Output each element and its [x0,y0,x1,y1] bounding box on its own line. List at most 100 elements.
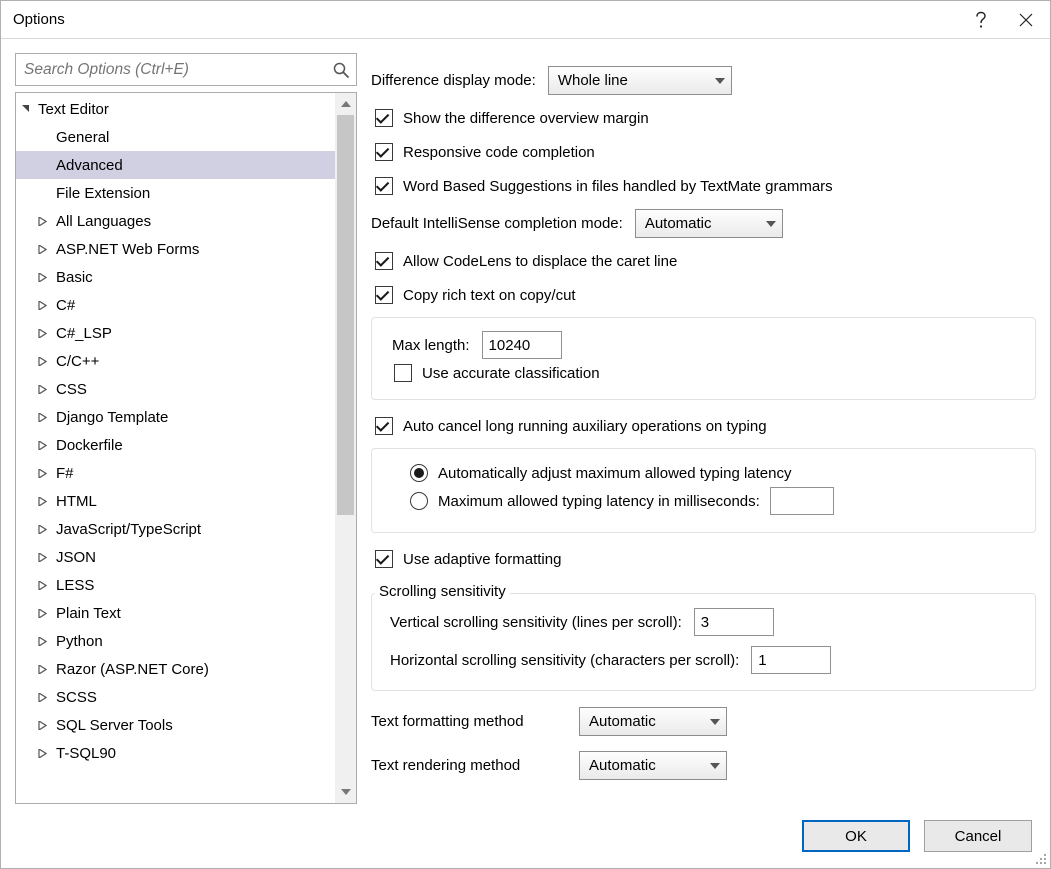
chevron-down-icon [715,78,725,84]
tree-item[interactable]: SCSS [16,683,335,711]
tree-label: F# [56,465,74,482]
tree-label: CSS [56,381,87,398]
codelens-displace-checkbox[interactable]: Allow CodeLens to displace the caret lin… [375,252,1036,270]
hscroll-label: Horizontal scrolling sensitivity (charac… [390,652,739,669]
help-icon [974,11,988,29]
tree-label: File Extension [56,185,150,202]
chevron-up-icon [341,101,351,107]
category-tree[interactable]: Text Editor General Advanced File Extens… [16,93,335,803]
tree-item[interactable]: Plain Text [16,599,335,627]
dropdown-value: Automatic [645,215,712,232]
tree-item[interactable]: C#_LSP [16,319,335,347]
checkbox-label: Auto cancel long running auxiliary opera… [403,418,767,435]
tree-item[interactable]: C/C++ [16,347,335,375]
tree-item[interactable]: HTML [16,487,335,515]
vscroll-input[interactable] [694,608,774,636]
formatting-method-dropdown[interactable]: Automatic [579,707,727,736]
tree-label: Advanced [56,157,123,174]
tree-label: LESS [56,577,94,594]
chevron-down-icon [766,221,776,227]
search-input[interactable] [16,54,326,85]
tree-item[interactable]: Django Template [16,403,335,431]
adaptive-formatting-checkbox[interactable]: Use adaptive formatting [375,550,1036,568]
hscroll-input[interactable] [751,646,831,674]
tree-label: C/C++ [56,353,99,370]
close-button[interactable] [1003,2,1048,38]
chevron-down-icon [710,763,720,769]
responsive-completion-checkbox[interactable]: Responsive code completion [375,143,1036,161]
radio-max-latency[interactable]: Maximum allowed typing latency in millis… [410,487,1023,515]
tree-item-advanced[interactable]: Advanced [16,151,335,179]
expand-icon [38,273,56,282]
checkbox-icon [375,550,393,568]
tree-item[interactable]: CSS [16,375,335,403]
tree-item[interactable]: F# [16,459,335,487]
intellisense-mode-dropdown[interactable]: Automatic [635,209,783,238]
cancel-button[interactable]: Cancel [924,820,1032,852]
ok-button[interactable]: OK [802,820,910,852]
max-length-input[interactable] [482,331,562,359]
expand-icon [38,357,56,366]
tree-item[interactable]: Basic [16,263,335,291]
copy-rich-text-checkbox[interactable]: Copy rich text on copy/cut [375,286,1036,304]
tree-item[interactable]: Razor (ASP.NET Core) [16,655,335,683]
tree-label: Razor (ASP.NET Core) [56,661,209,678]
diff-mode-dropdown[interactable]: Whole line [548,66,732,95]
radio-auto-latency[interactable]: Automatically adjust maximum allowed typ… [410,464,1023,482]
checkbox-label: Responsive code completion [403,144,595,161]
scroll-thumb[interactable] [337,115,354,515]
scroll-track[interactable] [335,115,356,781]
tree-label: HTML [56,493,97,510]
tree-item[interactable]: All Languages [16,207,335,235]
tree-label: Plain Text [56,605,121,622]
tree-item[interactable]: JavaScript/TypeScript [16,515,335,543]
dropdown-value: Automatic [589,757,656,774]
scroll-down-button[interactable] [335,781,356,803]
copy-rich-text-group: Max length: Use accurate classification [371,317,1036,400]
expand-icon [38,749,56,758]
wordbased-suggestions-checkbox[interactable]: Word Based Suggestions in files handled … [375,177,1036,195]
help-button[interactable] [958,2,1003,38]
radio-label: Maximum allowed typing latency in millis… [438,493,760,510]
expand-icon [38,441,56,450]
tree-item[interactable]: C# [16,291,335,319]
tree-item[interactable]: JSON [16,543,335,571]
expand-icon [38,497,56,506]
auto-cancel-checkbox[interactable]: Auto cancel long running auxiliary opera… [375,417,1036,435]
tree-label: SCSS [56,689,97,706]
tree-item[interactable]: T-SQL90 [16,739,335,767]
tree-item-general[interactable]: General [16,123,335,151]
radio-icon [410,492,428,510]
accurate-classification-checkbox[interactable]: Use accurate classification [394,364,1023,382]
tree-item[interactable]: SQL Server Tools [16,711,335,739]
group-title: Scrolling sensitivity [375,583,510,600]
tree-item[interactable]: LESS [16,571,335,599]
tree-item[interactable]: ASP.NET Web Forms [16,235,335,263]
tree-label: C# [56,297,75,314]
checkbox-icon [375,177,393,195]
search-box[interactable] [15,53,357,86]
formatting-method-label: Text formatting method [371,713,567,730]
show-overview-checkbox[interactable]: Show the difference overview margin [375,109,1036,127]
scroll-up-button[interactable] [335,93,356,115]
checkbox-icon [375,143,393,161]
resize-grip-icon[interactable] [1032,850,1048,866]
titlebar: Options [1,1,1050,39]
tree-label: General [56,129,109,146]
settings-panel: Difference display mode: Whole line Show… [371,53,1036,804]
window-title: Options [13,11,958,28]
tree-root-text-editor[interactable]: Text Editor [16,95,335,123]
options-dialog: Options [0,0,1051,869]
intellisense-mode-label: Default IntelliSense completion mode: [371,215,623,232]
checkbox-icon [375,417,393,435]
tree-item[interactable]: Dockerfile [16,431,335,459]
sidebar: Text Editor General Advanced File Extens… [15,53,357,804]
checkbox-label: Show the difference overview margin [403,110,649,127]
radio-label: Automatically adjust maximum allowed typ… [438,465,792,482]
chevron-down-icon [710,719,720,725]
max-latency-input[interactable] [770,487,834,515]
tree-item[interactable]: Python [16,627,335,655]
tree-scrollbar[interactable] [335,93,356,803]
tree-item-file-extension[interactable]: File Extension [16,179,335,207]
rendering-method-dropdown[interactable]: Automatic [579,751,727,780]
